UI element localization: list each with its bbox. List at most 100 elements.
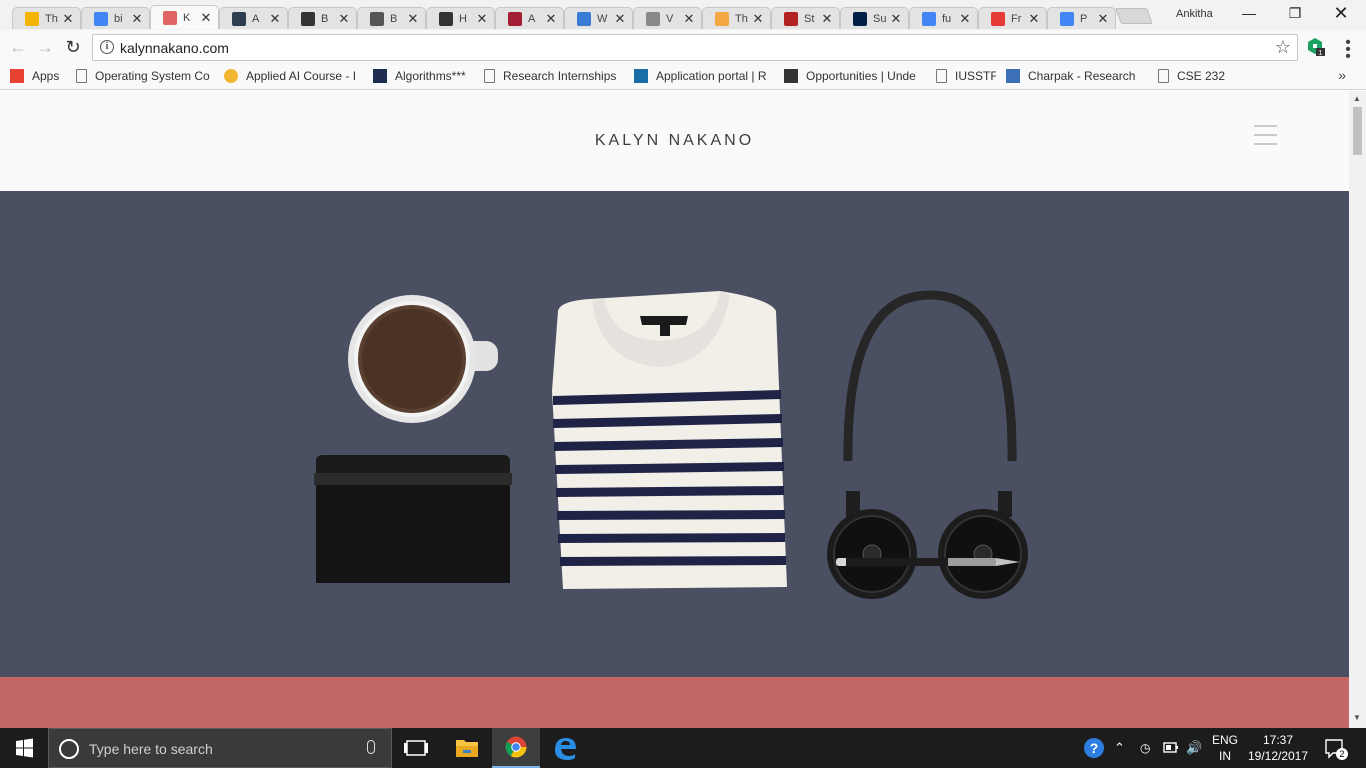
close-tab-icon[interactable]: ✕ <box>1028 12 1040 25</box>
headphones-icon <box>827 290 1028 599</box>
help-icon[interactable]: ? <box>1082 728 1106 768</box>
page-scrollbar[interactable]: ▲ ▼ <box>1349 91 1366 728</box>
edge-icon[interactable] <box>541 728 589 768</box>
chrome-icon[interactable] <box>492 728 540 768</box>
forward-arrow-icon[interactable]: → <box>33 35 57 59</box>
hero-illustration <box>314 290 1028 599</box>
hamburger-menu-icon[interactable] <box>1254 125 1278 145</box>
close-tab-icon[interactable]: ✕ <box>407 12 419 25</box>
tab-title: A <box>528 12 536 25</box>
site-title[interactable]: KALYN NAKANO <box>0 132 1349 150</box>
profile-name[interactable]: Ankitha <box>1176 8 1213 20</box>
url-text[interactable]: kalynnakano.com <box>120 40 229 56</box>
close-window-icon[interactable]: ✕ <box>1318 0 1364 28</box>
browser-tab[interactable]: W ✕ <box>564 7 633 29</box>
browser-tab[interactable]: P ✕ <box>1047 7 1116 29</box>
cloud-icon <box>715 11 729 26</box>
bookmark-star-icon[interactable]: ☆ <box>1275 37 1291 58</box>
scrollbar-thumb[interactable] <box>1353 107 1362 155</box>
f-logo-icon <box>991 11 1005 26</box>
bookmark-item[interactable]: Charpak - Research Ir <box>1006 69 1136 83</box>
close-tab-icon[interactable]: ✕ <box>821 12 833 25</box>
address-bar[interactable]: i kalynnakano.com ☆ <box>92 34 1298 61</box>
bookmark-item[interactable]: Applied AI Course - I <box>224 69 358 83</box>
reload-icon[interactable]: ↻ <box>61 35 85 59</box>
close-tab-icon[interactable]: ✕ <box>959 12 971 25</box>
browser-tab[interactable]: K ✕ <box>150 5 219 29</box>
browser-tab[interactable]: B ✕ <box>357 7 426 29</box>
bookmark-item[interactable]: Research Internships <box>484 69 619 83</box>
language-indicator[interactable]: ENG IN <box>1212 732 1238 768</box>
dj-logo-icon <box>634 69 648 83</box>
extension-icon[interactable]: 1 <box>1305 36 1325 56</box>
tab-title: A <box>252 12 260 25</box>
minimize-icon[interactable]: — <box>1226 0 1272 28</box>
cortana-icon[interactable] <box>59 739 79 759</box>
bookmark-item[interactable]: Application portal | R <box>634 69 768 83</box>
close-tab-icon[interactable]: ✕ <box>131 12 143 25</box>
wifi-icon[interactable]: ◷ <box>1140 728 1150 768</box>
back-arrow-icon[interactable]: ← <box>6 35 30 59</box>
kalyn-site-icon <box>163 10 177 25</box>
bookmarks-bar: Apps Operating System Co Applied AI Course… <box>0 64 1366 90</box>
browser-tab[interactable]: V ✕ <box>633 7 702 29</box>
close-tab-icon[interactable]: ✕ <box>1097 12 1109 25</box>
web-page: KALYN NAKANO <box>0 91 1349 728</box>
close-tab-icon[interactable]: ✕ <box>269 12 281 25</box>
browser-tab[interactable]: H ✕ <box>426 7 495 29</box>
close-tab-icon[interactable]: ✕ <box>752 12 764 25</box>
notification-count: 2 <box>1336 748 1348 760</box>
file-explorer-icon[interactable] <box>443 728 491 768</box>
task-view-icon[interactable] <box>392 728 440 768</box>
browser-tab[interactable]: A ✕ <box>219 7 288 29</box>
close-tab-icon[interactable]: ✕ <box>683 12 695 25</box>
microphone-icon[interactable] <box>367 740 375 754</box>
browser-tab[interactable]: fu ✕ <box>909 7 978 29</box>
bookmark-item[interactable]: Operating System Co <box>76 69 210 83</box>
tab-title: B <box>321 12 329 25</box>
browser-menu-icon[interactable]: • • • <box>1340 35 1356 65</box>
browser-tab[interactable]: Th ✕ <box>12 7 81 29</box>
browser-tab[interactable]: Fr ✕ <box>978 7 1047 29</box>
action-center-icon[interactable]: 2 <box>1324 728 1350 768</box>
close-tab-icon[interactable]: ✕ <box>614 12 626 25</box>
browser-tab[interactable]: Su ✕ <box>840 7 909 29</box>
scroll-down-icon[interactable]: ▼ <box>1353 713 1361 722</box>
scroll-up-icon[interactable]: ▲ <box>1353 94 1361 103</box>
windows-start-icon[interactable] <box>0 728 48 768</box>
bookmark-label: Algorithms*** <box>395 69 466 83</box>
close-tab-icon[interactable]: ✕ <box>476 12 488 25</box>
new-tab-button[interactable] <box>1115 8 1153 24</box>
browser-tab[interactable]: St ✕ <box>771 7 840 29</box>
battery-icon[interactable] <box>1162 728 1180 768</box>
clock[interactable]: 17:37 19/12/2017 <box>1246 732 1310 768</box>
tab-title: Th <box>45 12 58 25</box>
show-hidden-icons-icon[interactable]: ⌃ <box>1114 728 1125 768</box>
bookmark-item[interactable]: Algorithms*** <box>373 69 473 83</box>
c-logo-icon <box>577 11 591 26</box>
browser-tab[interactable]: bi ✕ <box>81 7 150 29</box>
bookmark-item[interactable]: CSE 232 <box>1158 69 1228 83</box>
bookmark-item[interactable]: IUSSTF <box>936 69 996 83</box>
taskbar-search-box[interactable]: Type here to search <box>48 728 392 768</box>
browser-tab[interactable]: Th ✕ <box>702 7 771 29</box>
close-tab-icon[interactable]: ✕ <box>338 12 350 25</box>
page-icon <box>1158 69 1169 83</box>
close-tab-icon[interactable]: ✕ <box>890 12 902 25</box>
close-tab-icon[interactable]: ✕ <box>200 11 212 24</box>
close-tab-icon[interactable]: ✕ <box>545 12 557 25</box>
bookmark-item[interactable]: Apps <box>10 69 66 83</box>
close-tab-icon[interactable]: ✕ <box>62 12 74 25</box>
tab-title: W <box>597 12 608 25</box>
tab-title: St <box>804 12 815 25</box>
volume-icon[interactable]: 🔊 <box>1186 728 1202 768</box>
tab-title: P <box>1080 12 1088 25</box>
restore-icon[interactable]: ❐ <box>1272 0 1318 28</box>
wallet-icon <box>314 455 512 583</box>
search-placeholder[interactable]: Type here to search <box>89 741 213 757</box>
browser-tab[interactable]: A ✕ <box>495 7 564 29</box>
site-info-icon[interactable]: i <box>100 40 114 54</box>
bookmark-item[interactable]: Opportunities | Unde <box>784 69 922 83</box>
more-bookmarks-icon[interactable]: » <box>1338 67 1346 83</box>
browser-tab[interactable]: B ✕ <box>288 7 357 29</box>
